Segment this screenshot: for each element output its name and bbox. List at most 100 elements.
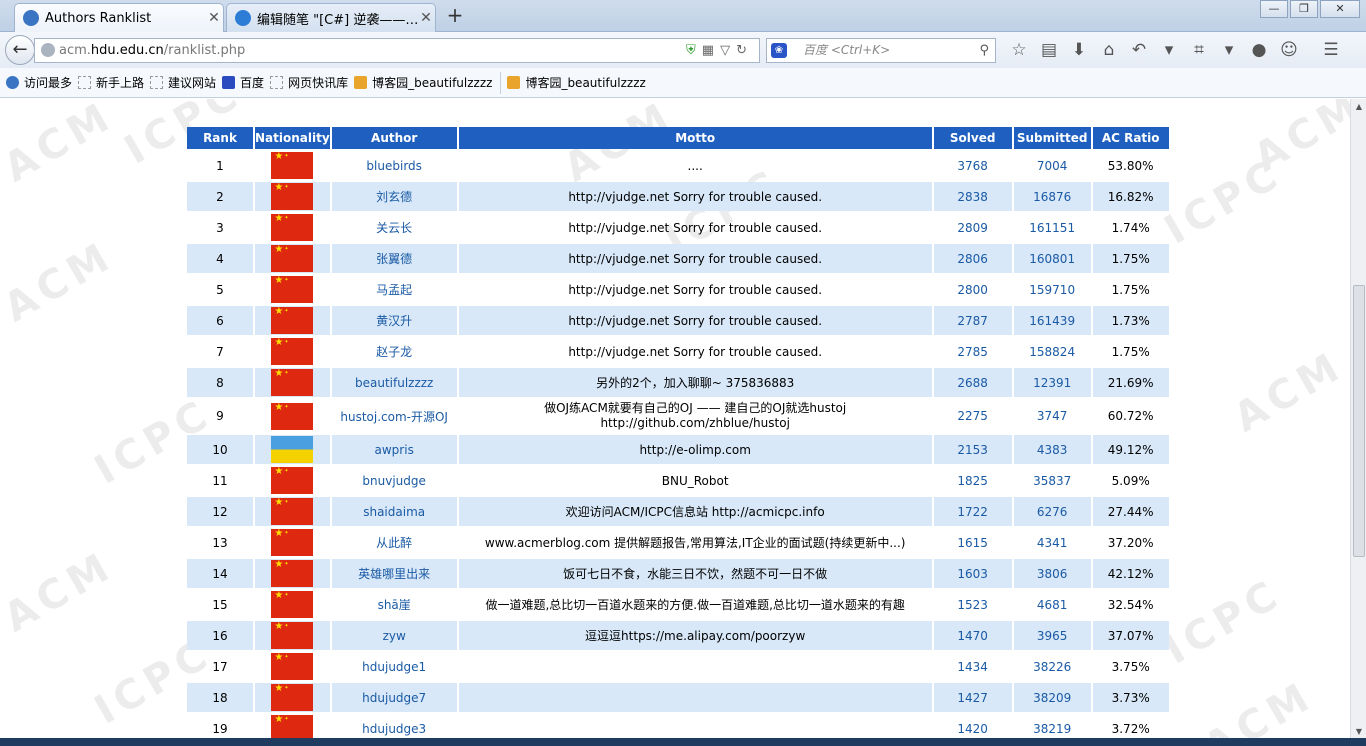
smiley-icon[interactable]: ☺: [1274, 40, 1304, 60]
solved-link[interactable]: 2787: [933, 306, 1012, 335]
solved-link[interactable]: 2838: [933, 182, 1012, 211]
author-link[interactable]: zyw: [331, 621, 457, 650]
col-nationality[interactable]: Nationality: [255, 127, 330, 149]
dropdown-icon[interactable]: ▽: [720, 43, 736, 58]
scroll-thumb[interactable]: [1353, 285, 1365, 557]
solved-link[interactable]: 2809: [934, 213, 1012, 242]
author-link[interactable]: 赵子龙: [332, 337, 457, 366]
author-link[interactable]: hdujudge1: [332, 652, 457, 681]
solved-link[interactable]: 1615: [934, 528, 1012, 557]
submitted-link[interactable]: 12391: [1013, 368, 1091, 397]
bookmark-item[interactable]: 访问最多: [6, 74, 72, 91]
search-icon[interactable]: ⚲: [979, 39, 989, 62]
submitted-link[interactable]: 38226: [1014, 652, 1091, 681]
author-link[interactable]: hustoj.com-开源OJ: [332, 399, 457, 433]
author-link[interactable]: 刘玄德: [331, 182, 457, 211]
author-link[interactable]: 英雄哪里出来: [331, 559, 457, 588]
undo-icon[interactable]: ↶: [1124, 40, 1154, 60]
paw-icon[interactable]: ❀: [771, 43, 787, 58]
author-link[interactable]: hdujudge7: [331, 683, 457, 712]
solved-link[interactable]: 2153: [933, 435, 1012, 464]
vertical-scrollbar[interactable]: ▲ ▼: [1350, 99, 1366, 740]
author-link[interactable]: beautifulzzzz: [331, 368, 457, 397]
solved-link[interactable]: 1427: [933, 683, 1012, 712]
bookmark-star-icon[interactable]: ☆: [1004, 40, 1034, 60]
submitted-link[interactable]: 161151: [1014, 213, 1091, 242]
solved-link[interactable]: 1603: [933, 559, 1012, 588]
reading-list-icon[interactable]: ▤: [1034, 40, 1064, 60]
author-link[interactable]: hdujudge3: [332, 714, 457, 740]
back-button[interactable]: ←: [5, 35, 35, 65]
bookmark-item[interactable]: 新手上路: [78, 74, 144, 91]
solved-link[interactable]: 2785: [934, 337, 1012, 366]
author-link[interactable]: 从此醉: [332, 528, 457, 557]
restore-button[interactable]: ❐: [1290, 0, 1318, 18]
bookmark-item[interactable]: 建议网站: [150, 74, 216, 91]
submitted-link[interactable]: 6276: [1013, 497, 1091, 526]
solved-link[interactable]: 2688: [933, 368, 1012, 397]
crop-icon[interactable]: ⌗: [1184, 40, 1214, 60]
author-link[interactable]: 关云长: [332, 213, 457, 242]
solved-link[interactable]: 2275: [934, 399, 1012, 433]
col-solved[interactable]: Solved: [933, 127, 1012, 149]
dropdown-icon[interactable]: ▾: [1154, 40, 1184, 60]
author-link[interactable]: 张翼德: [331, 244, 457, 273]
qr-icon[interactable]: ▦: [702, 43, 720, 58]
close-tab-icon[interactable]: ✕: [205, 10, 223, 26]
new-tab-button[interactable]: +: [443, 5, 467, 27]
solved-link[interactable]: 1825: [934, 466, 1012, 495]
solved-link[interactable]: 1434: [934, 652, 1012, 681]
author-link[interactable]: 黄汉升: [331, 306, 457, 335]
bookmark-item[interactable]: 博客园_beautifulzzzz: [507, 74, 646, 91]
home-icon[interactable]: ⌂: [1094, 40, 1124, 60]
submitted-link[interactable]: 3806: [1013, 559, 1091, 588]
submitted-link[interactable]: 4341: [1014, 528, 1091, 557]
submitted-link[interactable]: 3747: [1014, 399, 1091, 433]
solved-link[interactable]: 2806: [933, 244, 1012, 273]
shield-icon[interactable]: ⛨: [686, 43, 702, 58]
close-window-button[interactable]: ✕: [1320, 0, 1360, 18]
author-link[interactable]: bluebirds: [332, 151, 457, 180]
address-bar[interactable]: acm.hdu.edu.cn/ranklist.php ⛨▦▽↻: [34, 38, 760, 63]
scroll-up-arrow-icon[interactable]: ▲: [1351, 99, 1366, 115]
submitted-link[interactable]: 38219: [1014, 714, 1091, 740]
close-tab-icon[interactable]: ✕: [417, 10, 435, 26]
chat-icon[interactable]: ●: [1244, 40, 1274, 60]
minimize-button[interactable]: —: [1260, 0, 1288, 18]
tab-authors-ranklist[interactable]: Authors Ranklist ✕: [14, 3, 224, 32]
submitted-link[interactable]: 4681: [1014, 590, 1091, 619]
author-link[interactable]: shā崖: [332, 590, 457, 619]
dropdown-icon[interactable]: ▾: [1214, 40, 1244, 60]
col-ac-ratio[interactable]: AC Ratio: [1092, 127, 1169, 149]
submitted-link[interactable]: 7004: [1014, 151, 1091, 180]
solved-link[interactable]: 1470: [933, 621, 1012, 650]
author-link[interactable]: awpris: [331, 435, 457, 464]
solved-link[interactable]: 1722: [933, 497, 1012, 526]
bookmark-item[interactable]: 百度: [222, 74, 264, 91]
submitted-link[interactable]: 161439: [1013, 306, 1091, 335]
author-link[interactable]: 马孟起: [332, 275, 457, 304]
solved-link[interactable]: 2800: [934, 275, 1012, 304]
submitted-link[interactable]: 4383: [1013, 435, 1091, 464]
col-author[interactable]: Author: [331, 127, 457, 149]
download-icon[interactable]: ⬇: [1064, 40, 1094, 60]
tab-edit-post[interactable]: 编辑随笔 "[C#] 逆袭——… ✕: [226, 3, 436, 32]
submitted-link[interactable]: 159710: [1014, 275, 1091, 304]
col-submitted[interactable]: Submitted: [1013, 127, 1091, 149]
submitted-link[interactable]: 38209: [1013, 683, 1091, 712]
author-link[interactable]: shaidaima: [331, 497, 457, 526]
submitted-link[interactable]: 158824: [1014, 337, 1091, 366]
menu-icon[interactable]: ☰: [1316, 40, 1346, 60]
bookmark-item[interactable]: 网页快讯库: [270, 74, 348, 91]
submitted-link[interactable]: 16876: [1013, 182, 1091, 211]
col-rank[interactable]: Rank: [187, 127, 253, 149]
submitted-link[interactable]: 160801: [1013, 244, 1091, 273]
submitted-link[interactable]: 3965: [1013, 621, 1091, 650]
author-link[interactable]: bnuvjudge: [332, 466, 457, 495]
bookmark-item[interactable]: 博客园_beautifulzzzz: [354, 74, 492, 91]
reload-icon[interactable]: ↻: [736, 43, 753, 58]
search-input[interactable]: ❀ 百度 <Ctrl+K> ⚲: [766, 38, 996, 63]
solved-link[interactable]: 1523: [934, 590, 1012, 619]
col-motto[interactable]: Motto: [458, 127, 932, 149]
submitted-link[interactable]: 35837: [1014, 466, 1091, 495]
